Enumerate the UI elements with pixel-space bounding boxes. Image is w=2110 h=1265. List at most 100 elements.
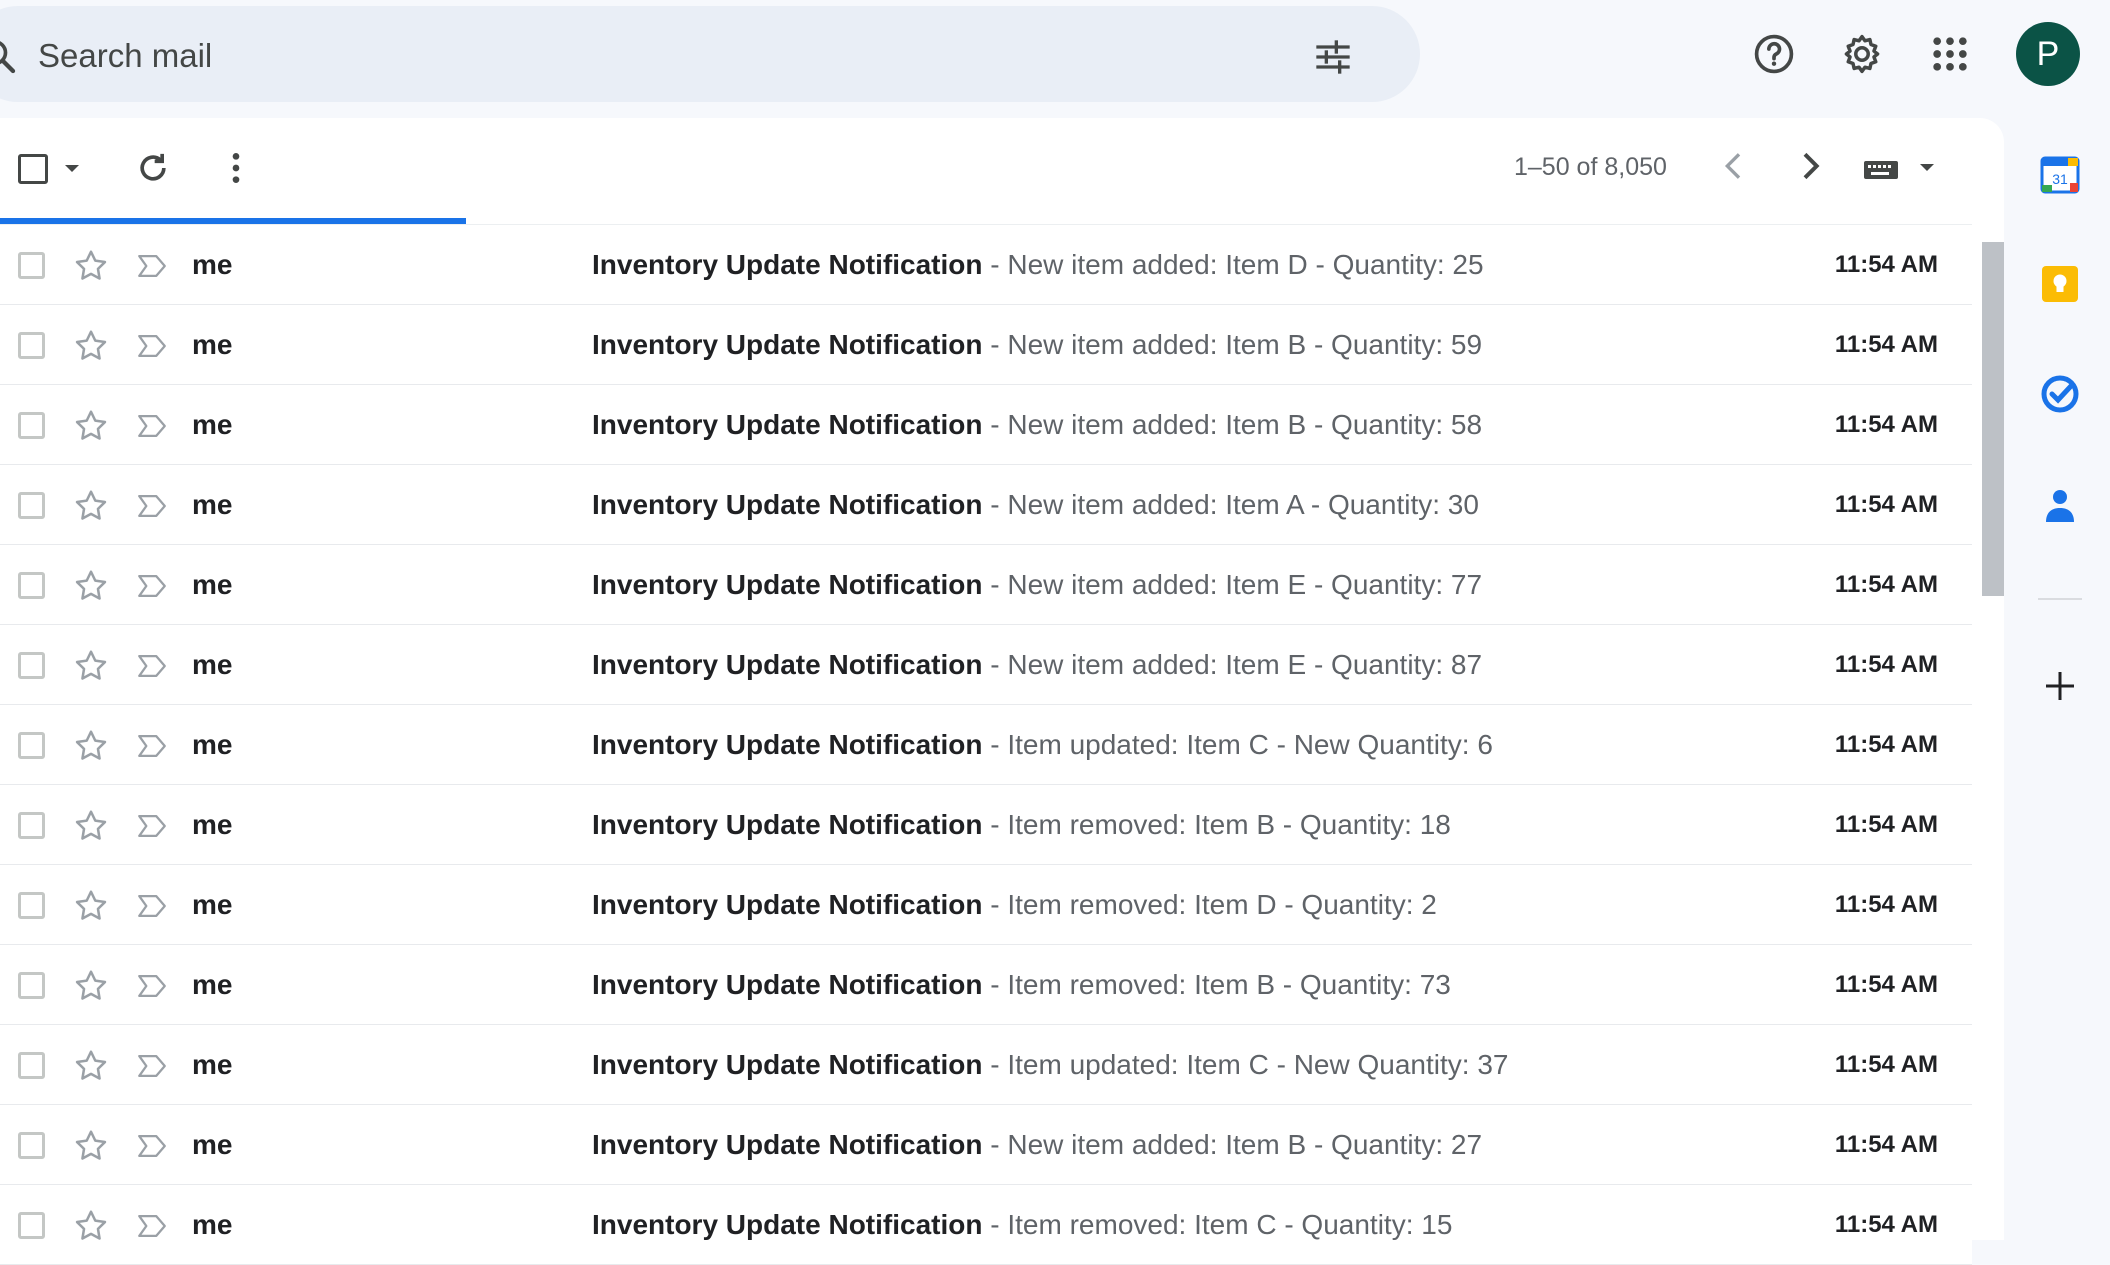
preview: Item removed: Item C - Quantity: 15 bbox=[1007, 1209, 1453, 1240]
row-checkbox[interactable] bbox=[18, 412, 45, 439]
row-checkbox[interactable] bbox=[18, 332, 45, 359]
add-icon[interactable] bbox=[2040, 666, 2080, 706]
sender: me bbox=[192, 809, 233, 840]
email-snippet: Inventory Update Notification - New item… bbox=[592, 409, 1482, 441]
separator: - bbox=[982, 1129, 1008, 1160]
separator: - bbox=[982, 569, 1008, 600]
email-row[interactable]: me Inventory Update Notification - Item u… bbox=[0, 705, 1972, 785]
timestamp: 11:54 AM bbox=[1834, 331, 1938, 358]
email-row[interactable]: me Inventory Update Notification - Item r… bbox=[0, 1185, 1972, 1265]
row-checkbox[interactable] bbox=[18, 1212, 45, 1239]
row-checkbox[interactable] bbox=[18, 972, 45, 999]
star-icon[interactable] bbox=[72, 727, 110, 765]
email-row[interactable]: me Inventory Update Notification - New it… bbox=[0, 1105, 1972, 1185]
sender: me bbox=[192, 729, 233, 760]
avatar[interactable]: P bbox=[2016, 22, 2080, 86]
select-dropdown-icon[interactable] bbox=[62, 162, 82, 176]
separator: - bbox=[982, 809, 1008, 840]
help-icon[interactable] bbox=[1752, 32, 1796, 76]
subject: Inventory Update Notification bbox=[592, 649, 983, 680]
important-icon[interactable] bbox=[134, 969, 170, 1003]
important-icon[interactable] bbox=[134, 1129, 170, 1163]
list-toolbar: 1–50 of 8,050 bbox=[0, 118, 2004, 214]
important-icon[interactable] bbox=[134, 729, 170, 763]
row-checkbox[interactable] bbox=[18, 732, 45, 759]
timestamp: 11:54 AM bbox=[1834, 651, 1938, 678]
important-icon[interactable] bbox=[134, 1049, 170, 1083]
keep-icon[interactable] bbox=[2040, 264, 2080, 304]
important-icon[interactable] bbox=[134, 489, 170, 523]
important-icon[interactable] bbox=[134, 409, 170, 443]
refresh-icon[interactable] bbox=[133, 148, 173, 188]
star-icon[interactable] bbox=[72, 247, 110, 285]
chevron-left-icon[interactable] bbox=[1714, 146, 1754, 186]
mail-list-panel: 1–50 of 8,050 me Inventory Update Notific… bbox=[0, 118, 2004, 1265]
email-row[interactable]: me Inventory Update Notification - New it… bbox=[0, 385, 1972, 465]
star-icon[interactable] bbox=[72, 567, 110, 605]
side-panel: 31 bbox=[2004, 112, 2110, 1240]
important-icon[interactable] bbox=[134, 569, 170, 603]
sender: me bbox=[192, 1049, 233, 1080]
apps-icon[interactable] bbox=[1928, 32, 1972, 76]
filter-icon[interactable] bbox=[1313, 37, 1353, 77]
keyboard-icon[interactable] bbox=[1862, 154, 1942, 184]
email-row[interactable]: me Inventory Update Notification - Item u… bbox=[0, 1025, 1972, 1105]
row-checkbox[interactable] bbox=[18, 572, 45, 599]
timestamp: 11:54 AM bbox=[1834, 1131, 1938, 1158]
preview: New item added: Item E - Quantity: 87 bbox=[1007, 649, 1483, 680]
star-icon[interactable] bbox=[72, 1047, 110, 1085]
subject: Inventory Update Notification bbox=[592, 1129, 983, 1160]
contacts-icon[interactable] bbox=[2040, 486, 2080, 526]
sender: me bbox=[192, 489, 233, 520]
row-checkbox[interactable] bbox=[18, 1052, 45, 1079]
preview: Item removed: Item D - Quantity: 2 bbox=[1007, 889, 1437, 920]
settings-icon[interactable] bbox=[1840, 32, 1884, 76]
email-row[interactable]: me Inventory Update Notification - New it… bbox=[0, 465, 1972, 545]
star-icon[interactable] bbox=[72, 1127, 110, 1165]
email-row[interactable]: me Inventory Update Notification - Item r… bbox=[0, 945, 1972, 1025]
important-icon[interactable] bbox=[134, 249, 170, 283]
search-bar[interactable]: Search mail bbox=[0, 6, 1420, 102]
scrollbar[interactable] bbox=[1982, 242, 2004, 596]
sender: me bbox=[192, 249, 233, 280]
separator: - bbox=[982, 649, 1008, 680]
search-input[interactable]: Search mail bbox=[38, 37, 212, 75]
email-row[interactable]: me Inventory Update Notification - New it… bbox=[0, 225, 1972, 305]
email-row[interactable]: me Inventory Update Notification - New it… bbox=[0, 625, 1972, 705]
chevron-right-icon[interactable] bbox=[1790, 146, 1830, 186]
important-icon[interactable] bbox=[134, 889, 170, 923]
row-checkbox[interactable] bbox=[18, 1132, 45, 1159]
calendar-icon[interactable]: 31 bbox=[2040, 155, 2080, 195]
sender: me bbox=[192, 1209, 233, 1240]
separator: - bbox=[982, 329, 1008, 360]
star-icon[interactable] bbox=[72, 967, 110, 1005]
email-row[interactable]: me Inventory Update Notification - Item r… bbox=[0, 865, 1972, 945]
more-icon[interactable] bbox=[216, 148, 256, 188]
important-icon[interactable] bbox=[134, 809, 170, 843]
row-checkbox[interactable] bbox=[18, 492, 45, 519]
row-checkbox[interactable] bbox=[18, 892, 45, 919]
star-icon[interactable] bbox=[72, 327, 110, 365]
star-icon[interactable] bbox=[72, 1207, 110, 1245]
row-checkbox[interactable] bbox=[18, 812, 45, 839]
row-checkbox[interactable] bbox=[18, 652, 45, 679]
subject: Inventory Update Notification bbox=[592, 729, 983, 760]
star-icon[interactable] bbox=[72, 887, 110, 925]
star-icon[interactable] bbox=[72, 407, 110, 445]
tasks-icon[interactable] bbox=[2040, 374, 2080, 414]
preview: New item added: Item B - Quantity: 59 bbox=[1007, 329, 1483, 360]
important-icon[interactable] bbox=[134, 649, 170, 683]
search-icon[interactable] bbox=[0, 36, 18, 76]
email-snippet: Inventory Update Notification - Item rem… bbox=[592, 809, 1451, 841]
email-row[interactable]: me Inventory Update Notification - New it… bbox=[0, 545, 1972, 625]
important-icon[interactable] bbox=[134, 1209, 170, 1243]
star-icon[interactable] bbox=[72, 807, 110, 845]
star-icon[interactable] bbox=[72, 647, 110, 685]
star-icon[interactable] bbox=[72, 487, 110, 525]
email-row[interactable]: me Inventory Update Notification - Item r… bbox=[0, 785, 1972, 865]
email-snippet: Inventory Update Notification - New item… bbox=[592, 249, 1484, 281]
important-icon[interactable] bbox=[134, 329, 170, 363]
select-all-checkbox[interactable] bbox=[18, 154, 48, 184]
email-row[interactable]: me Inventory Update Notification - New it… bbox=[0, 305, 1972, 385]
row-checkbox[interactable] bbox=[18, 252, 45, 279]
